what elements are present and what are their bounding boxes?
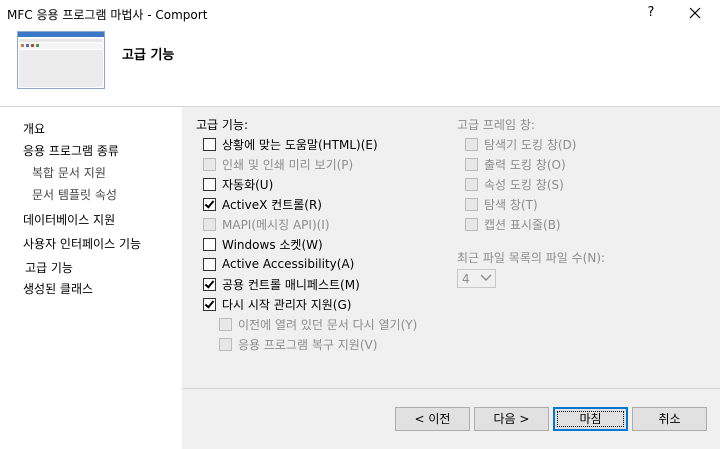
option-label: Active Accessibility(A) <box>222 257 355 271</box>
mru-count-value: 4 <box>462 272 470 286</box>
option-common-control-manifest[interactable]: 공용 컨트롤 매니페스트(M) <box>203 275 360 293</box>
close-button[interactable] <box>684 4 706 24</box>
option-label: 자동화(U) <box>222 177 274 192</box>
option-label: 탐색기 도킹 창(D) <box>484 137 577 152</box>
option-label: 출력 도킹 창(O) <box>484 157 566 172</box>
checkbox <box>465 197 478 211</box>
checkbox[interactable] <box>203 277 216 291</box>
option-label: 탐색 창(T) <box>484 197 538 212</box>
mru-count-label: 최근 파일 목록의 파일 수(N): <box>457 251 606 265</box>
nav-item-ui-features[interactable]: 사용자 인터페이스 기능 <box>23 235 141 252</box>
option-activex[interactable]: ActiveX 컨트롤(R) <box>203 195 322 213</box>
finish-button[interactable]: 마침 <box>553 407 628 431</box>
close-icon <box>689 7 701 19</box>
option-label: 캡션 표시줄(B) <box>484 217 561 232</box>
nav-item-advanced-features[interactable]: 고급 기능 <box>25 259 73 276</box>
next-button[interactable]: 다음 > <box>474 407 549 431</box>
wizard-header: 고급 기능 <box>0 28 720 106</box>
checkbox <box>465 157 478 171</box>
checkbox[interactable] <box>203 257 216 271</box>
option-restart-manager[interactable]: 다시 시작 관리자 지원(G) <box>203 295 351 313</box>
pane-output-docking: 출력 도킹 창(O) <box>465 155 566 173</box>
checkbox <box>465 217 478 231</box>
pane-caption-bar: 캡션 표시줄(B) <box>465 215 561 233</box>
pane-explorer-docking: 탐색기 도킹 창(D) <box>465 135 576 153</box>
checkbox <box>465 137 478 151</box>
option-label: 속성 도킹 창(S) <box>484 177 564 192</box>
nav-item-generated-classes[interactable]: 생성된 클래스 <box>23 280 93 297</box>
option-label: Windows 소켓(W) <box>222 237 323 252</box>
option-application-recovery: 응용 프로그램 복구 지원(V) <box>219 335 377 353</box>
option-printing: 인쇄 및 인쇄 미리 보기(P) <box>203 155 353 173</box>
button-divider <box>182 388 720 389</box>
option-label: 다시 시작 관리자 지원(G) <box>222 297 352 312</box>
option-label: MAPI(메시징 API)(I) <box>222 217 330 232</box>
nav-item-database[interactable]: 데이터베이스 지원 <box>23 211 115 228</box>
option-label: 이전에 열려 있던 문서 다시 열기(Y) <box>238 317 418 332</box>
option-label: 상황에 맞는 도움말(HTML)(E) <box>222 137 378 152</box>
window-title: MFC 응용 프로그램 마법사 - Comport <box>7 8 208 22</box>
wizard-nav: 개요 응용 프로그램 종류 복합 문서 지원 문서 템플릿 속성 데이터베이스 … <box>0 107 182 449</box>
option-windows-sockets[interactable]: Windows 소켓(W) <box>203 235 323 253</box>
checkbox[interactable] <box>203 177 216 191</box>
option-automation[interactable]: 자동화(U) <box>203 175 273 193</box>
checkbox <box>203 157 216 171</box>
checkbox[interactable] <box>203 237 216 251</box>
pane-navigation: 탐색 창(T) <box>465 195 538 213</box>
checkbox <box>465 177 478 191</box>
option-reopen-documents: 이전에 열려 있던 문서 다시 열기(Y) <box>219 315 417 333</box>
frame-panes-label: 고급 프레임 창: <box>457 118 535 132</box>
cancel-button[interactable]: 취소 <box>632 407 707 431</box>
option-active-accessibility[interactable]: Active Accessibility(A) <box>203 255 354 273</box>
wizard-window-icon <box>17 31 105 89</box>
checkbox <box>219 337 232 351</box>
checkbox <box>203 217 216 231</box>
checkbox[interactable] <box>203 197 216 211</box>
help-button[interactable]: ? <box>641 5 661 23</box>
nav-item-compound-document[interactable]: 복합 문서 지원 <box>32 164 106 181</box>
pane-properties-docking: 속성 도킹 창(S) <box>465 175 564 193</box>
option-label: 인쇄 및 인쇄 미리 보기(P) <box>222 157 354 172</box>
checkbox <box>219 317 232 331</box>
option-label: ActiveX 컨트롤(R) <box>222 197 322 212</box>
checkbox[interactable] <box>203 297 216 311</box>
option-mapi: MAPI(메시징 API)(I) <box>203 215 330 233</box>
chevron-down-icon <box>480 274 492 281</box>
title-bar: MFC 응용 프로그램 마법사 - Comport ? <box>0 0 720 28</box>
option-context-help[interactable]: 상황에 맞는 도움말(HTML)(E) <box>203 135 378 153</box>
option-label: 공용 컨트롤 매니페스트(M) <box>222 277 360 292</box>
nav-item-overview[interactable]: 개요 <box>23 120 45 137</box>
prev-button[interactable]: < 이전 <box>395 407 470 431</box>
finish-label: 마침 <box>579 412 602 426</box>
page-title: 고급 기능 <box>122 48 175 63</box>
option-label: 응용 프로그램 복구 지원(V) <box>238 337 378 352</box>
nav-item-document-template[interactable]: 문서 템플릿 속성 <box>32 186 117 203</box>
nav-item-application-type[interactable]: 응용 프로그램 종류 <box>23 142 119 159</box>
checkbox[interactable] <box>203 137 216 151</box>
mru-count-select: 4 <box>457 269 496 288</box>
advanced-features-label: 고급 기능: <box>196 118 249 132</box>
